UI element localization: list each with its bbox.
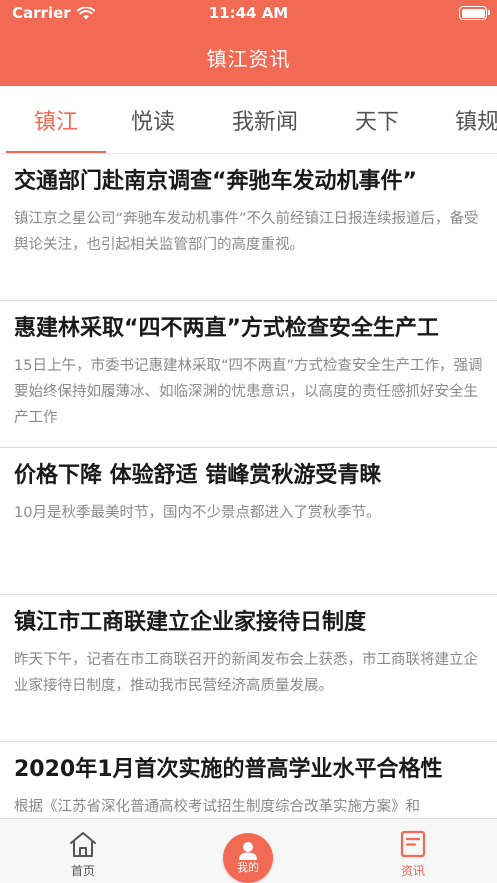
tab-bar-home[interactable]: 首页 xyxy=(28,819,138,883)
tab-zhenjiang[interactable]: 镇江 xyxy=(0,86,112,153)
news-summary: 镇江京之星公司“奔驰车发动机事件”不久前经镇江日报连续报道后，备受舆论关注，也引… xyxy=(14,211,479,253)
tab-tianxia[interactable]: 天下 xyxy=(321,86,433,153)
news-summary: 根据《江苏省深化普通高校考试招生制度综合改革实施方案》和 xyxy=(14,799,420,815)
news-summary: 15日上午，市委书记惠建林采取“四不两直”方式检查安全生产工作，强调要始终保持如… xyxy=(14,358,483,426)
tab-bar-label: 我的 xyxy=(237,861,259,874)
news-icon xyxy=(400,829,426,859)
news-title: 2020年1月首次实施的普高学业水平合格性 xyxy=(14,757,443,782)
navigation-bar: 镇江资讯 xyxy=(0,28,497,86)
tab-label: 悦读 xyxy=(130,110,175,135)
tab-label: 天下 xyxy=(354,110,399,135)
tab-bar-me[interactable]: 我的 xyxy=(223,833,273,883)
list-item[interactable]: 价格下降 体验舒适 错峰赏秋游受青睐 10月是秋季最美时节，国内不少景点都进入了… xyxy=(0,448,497,595)
user-icon xyxy=(239,842,257,860)
list-item[interactable]: 2020年1月首次实施的普高学业水平合格性 根据《江苏省深化普通高校考试招生制度… xyxy=(0,742,497,818)
tab-label: 镇江 xyxy=(33,110,78,135)
tab-bar-label: 首页 xyxy=(70,864,95,878)
bottom-tab-bar: 首页 我的 资讯 xyxy=(0,818,497,883)
battery-icon xyxy=(459,6,490,20)
tab-label: 镇规 xyxy=(455,110,497,135)
news-summary: 昨天下午，记者在市工商联召开的新闻发布会上获悉，市工商联将建立企业家接待日制度，… xyxy=(14,652,478,694)
news-title: 交通部门赴南京调查“奔驰车发动机事件” xyxy=(14,169,417,194)
news-title: 镇江市工商联建立企业家接待日制度 xyxy=(14,610,367,635)
clock: 11:44 AM xyxy=(208,4,289,22)
home-icon xyxy=(68,829,98,859)
tab-label: 我新闻 xyxy=(231,110,298,135)
news-title: 价格下降 体验舒适 错峰赏秋游受青睐 xyxy=(14,463,382,488)
list-item[interactable]: 镇江市工商联建立企业家接待日制度 昨天下午，记者在市工商联召开的新闻发布会上获悉… xyxy=(0,595,497,742)
tab-bar-label: 资讯 xyxy=(400,864,425,878)
list-item[interactable]: 交通部门赴南京调查“奔驰车发动机事件” 镇江京之星公司“奔驰车发动机事件”不久前… xyxy=(0,154,497,301)
list-item[interactable]: 惠建林采取“四不两直”方式检查安全生产工 15日上午，市委书记惠建林采取“四不两… xyxy=(0,301,497,448)
news-summary: 10月是秋季最美时节，国内不少景点都进入了赏秋季节。 xyxy=(14,505,381,521)
tab-yuedu[interactable]: 悦读 xyxy=(97,86,209,153)
tab-zhengui[interactable]: 镇规 xyxy=(433,86,497,153)
tab-wo-xinwen[interactable]: 我新闻 xyxy=(209,86,321,153)
page-title: 镇江资讯 xyxy=(206,46,291,71)
status-bar: Carrier 11:44 AM xyxy=(0,0,497,28)
tab-bar-news[interactable]: 资讯 xyxy=(358,819,468,883)
category-tabs: 镇江 悦读 我新闻 天下 镇规 xyxy=(0,86,497,154)
news-title: 惠建林采取“四不两直”方式检查安全生产工 xyxy=(14,316,439,341)
news-list[interactable]: 交通部门赴南京调查“奔驰车发动机事件” 镇江京之星公司“奔驰车发动机事件”不久前… xyxy=(0,154,497,818)
